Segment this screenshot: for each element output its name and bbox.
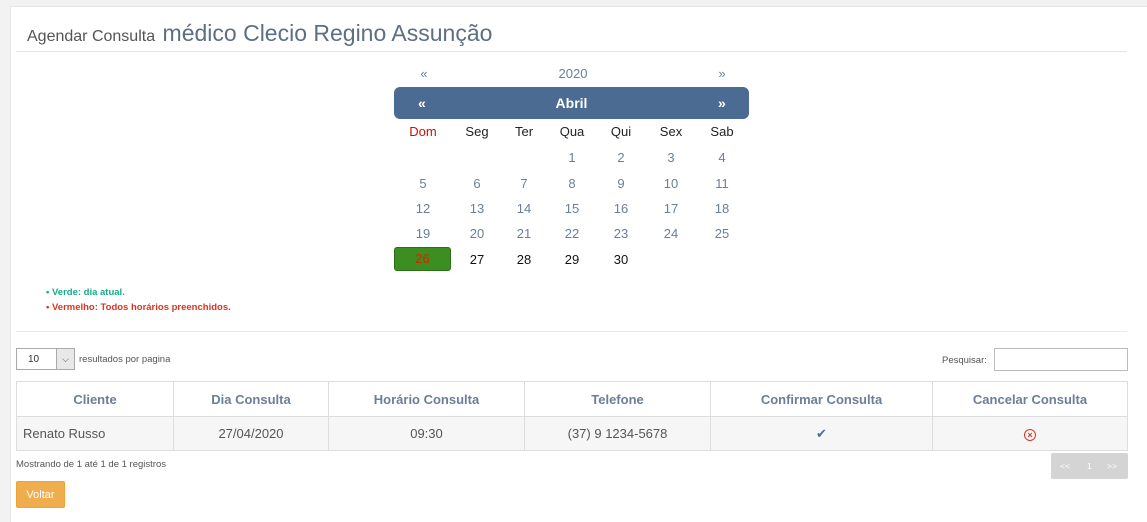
- calendar-day[interactable]: 7: [499, 176, 549, 191]
- calendar-day[interactable]: 19: [398, 226, 448, 241]
- cell-horario: 09:30: [328, 416, 525, 451]
- calendar-day[interactable]: 27: [452, 252, 502, 267]
- search-label: Pesquisar:: [942, 355, 987, 366]
- month-label: Abril: [555, 95, 588, 111]
- legend-green: • Verde: dia atual.: [46, 287, 125, 298]
- legend-red-text: Vermelho: Todos horários preenchidos.: [51, 302, 231, 313]
- calendar-day[interactable]: 29: [547, 252, 597, 267]
- weekday-ter: Ter: [514, 124, 534, 139]
- calendar-day[interactable]: 15: [547, 201, 597, 216]
- next-year-button[interactable]: »: [712, 66, 732, 82]
- cell-telefone: (37) 9 1234-5678: [524, 416, 711, 451]
- page-title-prefix: Agendar Consulta: [27, 28, 156, 45]
- page-title: Agendar Consulta médico Clecio Regino As…: [27, 20, 492, 47]
- calendar-day[interactable]: 21: [499, 226, 549, 241]
- legend-green-text: Verde: dia atual.: [51, 287, 125, 298]
- pager-page-button[interactable]: 1: [1087, 461, 1092, 471]
- weekday-qui: Qui: [610, 124, 632, 139]
- header-confirmar[interactable]: Confirmar Consulta: [710, 381, 933, 417]
- next-month-button[interactable]: »: [718, 95, 726, 111]
- header-cancelar[interactable]: Cancelar Consulta: [932, 381, 1128, 417]
- pagination: << 1 >>: [1051, 453, 1128, 479]
- calendar-day[interactable]: 12: [398, 201, 448, 216]
- page-length-select[interactable]: 10 ⌵: [16, 348, 75, 370]
- chevron-down-icon[interactable]: ⌵: [56, 349, 74, 369]
- doctor-name: médico Clecio Regino Assunção: [162, 20, 493, 46]
- calendar-day[interactable]: 8: [547, 176, 597, 191]
- pager-first-button[interactable]: <<: [1060, 461, 1070, 471]
- calendar-day[interactable]: 25: [697, 226, 747, 241]
- calendar-day[interactable]: 5: [398, 176, 448, 191]
- table-header-row: Cliente Dia Consulta Horário Consulta Te…: [16, 381, 1128, 417]
- legend-red: • Vermelho: Todos horários preenchidos.: [46, 302, 231, 313]
- appointments-table: Cliente Dia Consulta Horário Consulta Te…: [16, 381, 1128, 451]
- calendar-day[interactable]: 28: [499, 252, 549, 267]
- year-label: 2020: [558, 66, 588, 81]
- cell-confirmar: ✔: [710, 416, 933, 451]
- weekday-sab: Sab: [710, 124, 734, 139]
- page-length-value: 10: [28, 354, 40, 365]
- calendar-day[interactable]: 16: [596, 201, 646, 216]
- month-bar: « Abril »: [394, 87, 749, 119]
- calendar-day[interactable]: 22: [547, 226, 597, 241]
- table-info: Mostrando de 1 até 1 de 1 registros: [16, 459, 166, 470]
- calendar-day[interactable]: 17: [646, 201, 696, 216]
- calendar-day[interactable]: 9: [596, 176, 646, 191]
- calendar-day[interactable]: 24: [646, 226, 696, 241]
- cell-cliente: Renato Russo: [16, 416, 174, 451]
- check-icon[interactable]: ✔: [816, 426, 827, 441]
- calendar-day[interactable]: 4: [697, 150, 747, 165]
- header-horario-consulta[interactable]: Horário Consulta: [328, 381, 525, 417]
- header-cliente[interactable]: Cliente: [16, 381, 174, 417]
- table-row: Renato Russo 27/04/2020 09:30 (37) 9 123…: [16, 416, 1128, 451]
- calendar-day[interactable]: 13: [452, 201, 502, 216]
- calendar-day-today[interactable]: 26: [394, 247, 451, 271]
- header-telefone[interactable]: Telefone: [524, 381, 711, 417]
- divider: [16, 51, 1127, 52]
- cell-cancelar: ×: [932, 416, 1128, 451]
- calendar-day[interactable]: 14: [499, 201, 549, 216]
- page-length-label: resultados por pagina: [79, 354, 171, 365]
- pager-last-button[interactable]: >>: [1107, 461, 1117, 471]
- calendar-day[interactable]: 2: [596, 150, 646, 165]
- weekday-sex: Sex: [659, 124, 683, 139]
- search-input[interactable]: [994, 348, 1128, 371]
- calendar-day[interactable]: 10: [646, 176, 696, 191]
- back-button[interactable]: Voltar: [16, 481, 65, 508]
- calendar-day[interactable]: 6: [452, 176, 502, 191]
- divider: [16, 331, 1127, 332]
- calendar-day[interactable]: 18: [697, 201, 747, 216]
- prev-year-button[interactable]: «: [414, 66, 434, 82]
- calendar-day[interactable]: 20: [452, 226, 502, 241]
- cell-dia: 27/04/2020: [173, 416, 329, 451]
- weekday-qua: Qua: [559, 124, 585, 139]
- calendar-day[interactable]: 1: [547, 150, 597, 165]
- calendar-day[interactable]: 11: [697, 176, 747, 191]
- x-circle-icon[interactable]: ×: [1024, 429, 1036, 441]
- calendar-day[interactable]: 30: [596, 252, 646, 267]
- calendar-day[interactable]: 3: [646, 150, 696, 165]
- header-dia-consulta[interactable]: Dia Consulta: [173, 381, 329, 417]
- calendar-day[interactable]: 23: [596, 226, 646, 241]
- weekday-seg: Seg: [465, 124, 489, 139]
- weekday-dom: Dom: [409, 124, 437, 139]
